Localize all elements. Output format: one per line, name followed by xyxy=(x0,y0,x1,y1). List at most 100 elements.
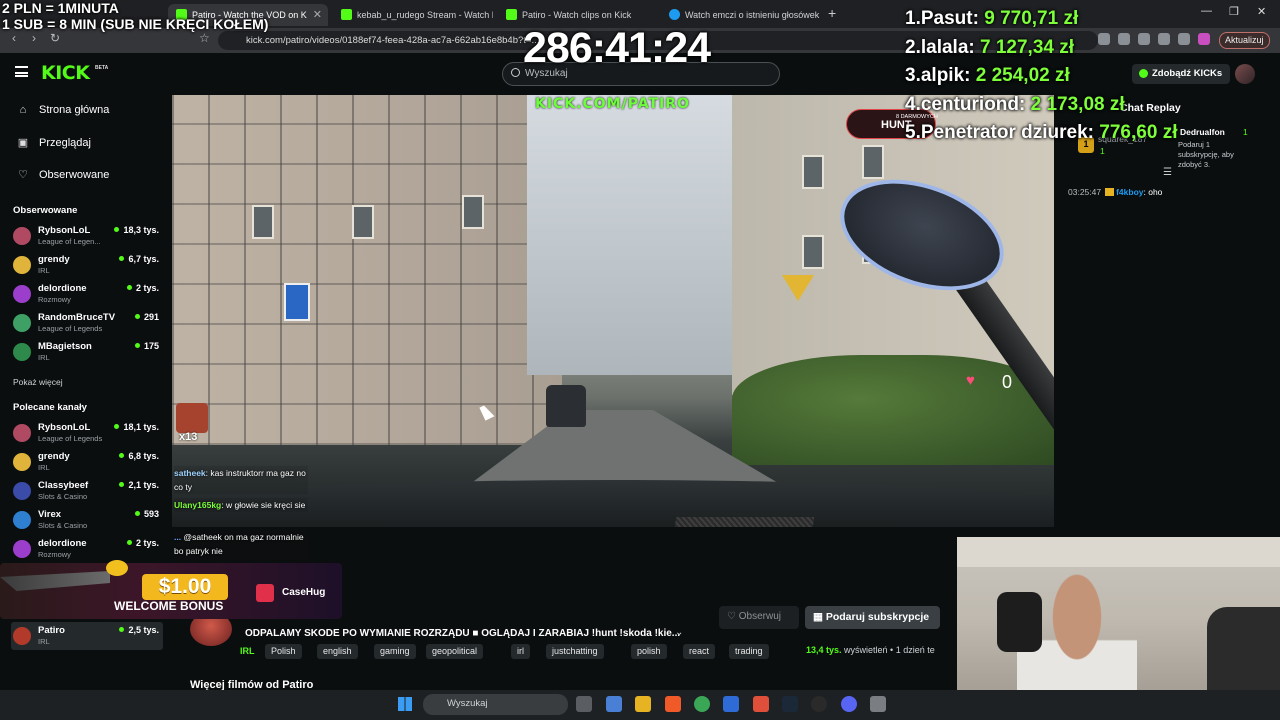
overlay-chat-user: Ulany165kg xyxy=(174,500,222,510)
gift-sub-label: Podaruj subskrypcje xyxy=(825,611,930,623)
close-window-icon[interactable]: ✕ xyxy=(1257,5,1266,18)
sidebar-channel-classybeef[interactable]: Classybeef Slots & Casino 2,1 tys. xyxy=(11,477,163,505)
maximize-icon[interactable]: ❐ xyxy=(1229,5,1239,18)
brave-window-icon[interactable] xyxy=(753,696,769,712)
channel-category: IRL xyxy=(38,266,50,275)
video-yield-sign xyxy=(782,275,814,301)
sidebar-channel-delordione[interactable]: delordione Rozmowy 2 tys. xyxy=(11,535,163,563)
tag-justchatting[interactable]: justchatting xyxy=(546,644,604,659)
new-tab-button[interactable]: + xyxy=(828,5,836,21)
tag-polish[interactable]: polish xyxy=(631,644,667,659)
sidebar-channel-randombrucetv[interactable]: RandomBruceTV League of Legends 291 xyxy=(11,309,163,337)
site-favicon-icon xyxy=(669,9,680,20)
store-icon[interactable] xyxy=(723,696,739,712)
category-link[interactable]: IRL xyxy=(240,644,255,656)
emote-icon xyxy=(176,403,208,433)
forward-icon[interactable]: › xyxy=(32,31,36,45)
close-tab-icon[interactable]: ✕ xyxy=(313,8,322,21)
ad-coin-graphic xyxy=(106,560,128,576)
extension-icon[interactable] xyxy=(1178,33,1190,45)
tag-irl[interactable]: irl xyxy=(511,644,530,659)
video-player[interactable]: KICK.COM/PATIRO HUNT 8 DARMOWYCH ♥ 0 x13 xyxy=(172,95,1054,527)
sidebar-channel-delordione[interactable]: delordione Rozmowy 2 tys. xyxy=(11,280,163,308)
channel-category: League of Legends xyxy=(38,434,103,443)
gift-sub-button[interactable]: ▦ Podaruj subskrypcje xyxy=(805,606,940,629)
channel-name: RandomBruceTV xyxy=(38,312,116,323)
kick-logo[interactable]: KICK xyxy=(41,62,90,84)
channel-category: League of Legends xyxy=(38,324,103,333)
extension-icon[interactable] xyxy=(1138,33,1150,45)
nav-home[interactable]: ⌂ Strona główna xyxy=(16,104,110,116)
sidebar-channel-rybsonlol[interactable]: RybsonLoL League of Legends 18,1 tys. xyxy=(11,419,163,447)
task-view-icon[interactable] xyxy=(576,696,592,712)
back-icon[interactable]: ‹ xyxy=(12,31,16,45)
file-explorer-icon[interactable] xyxy=(635,696,651,712)
video-speaker-grille xyxy=(667,517,815,527)
menu-icon[interactable] xyxy=(15,66,28,77)
update-browser-button[interactable]: Aktualizuj xyxy=(1219,32,1270,49)
recommended-section-title: Polecane kanały xyxy=(13,402,87,413)
channel-name: RybsonLoL xyxy=(38,225,91,236)
sidebar-channel-patiro[interactable]: Patiro IRL 2,5 tys. xyxy=(11,622,163,650)
sidebar-channel-grendy[interactable]: grendy IRL 6,7 tys. xyxy=(11,251,163,279)
extension-icon[interactable] xyxy=(1158,33,1170,45)
user-avatar[interactable] xyxy=(1235,64,1255,84)
sidebar-channel-virex[interactable]: Virex Slots & Casino 593 xyxy=(11,506,163,534)
followed-section-title: Obserwowane xyxy=(13,205,78,216)
sidebar-channel-mbagietson[interactable]: MBagietson IRL 175 xyxy=(11,338,163,366)
tag-react[interactable]: react xyxy=(683,644,716,659)
sidebar-channel-rybsonlol[interactable]: RybsonLoL League of Legen... 18,3 tys. xyxy=(11,222,163,250)
video-window xyxy=(802,155,824,189)
extension-icon[interactable] xyxy=(1098,33,1110,45)
follow-button[interactable]: ♡ Obserwuj xyxy=(719,606,799,629)
channel-category: Rozmowy xyxy=(38,550,71,559)
bookmark-icon[interactable]: ☆ xyxy=(199,31,210,45)
nav-following[interactable]: ♡ Obserwowane xyxy=(16,168,109,182)
minimize-icon[interactable]: — xyxy=(1201,5,1212,17)
leaderboard-name: Pasut: xyxy=(920,8,979,29)
video-window xyxy=(862,145,884,179)
show-more-link[interactable]: Pokaż więcej xyxy=(13,377,63,387)
channel-viewers: 6,7 tys. xyxy=(119,254,159,264)
kicks-coin-icon xyxy=(1139,69,1148,78)
leaderboard-name: lalala: xyxy=(920,36,975,58)
ad-amount: $1.00 xyxy=(142,574,228,600)
channel-category: IRL xyxy=(38,463,50,472)
tag-geopolitical[interactable]: geopolitical xyxy=(426,644,484,659)
app-icon[interactable] xyxy=(811,696,827,712)
top-gifter-name[interactable]: Dedrualfon xyxy=(1180,127,1225,137)
kick-favicon-icon xyxy=(341,9,352,20)
leaderboard-entry: 1.Pasut: 9 770,71 zł xyxy=(905,8,1078,30)
collapse-icon[interactable]: ☰ xyxy=(1163,167,1172,178)
chevron-down-icon[interactable]: ⌄ xyxy=(675,627,683,638)
brave-icon[interactable] xyxy=(665,696,681,712)
copilot-icon[interactable] xyxy=(606,696,622,712)
calculator-icon[interactable] xyxy=(870,696,886,712)
channel-viewers: 18,1 tys. xyxy=(114,422,159,432)
nav-browse[interactable]: ▣ Przeglądaj xyxy=(16,136,91,150)
discord-icon[interactable] xyxy=(841,696,857,712)
chat-username[interactable]: f4kboy xyxy=(1116,187,1143,197)
tab-kebab-stream[interactable]: kebab_u_rudego Stream - Watch Live xyxy=(333,4,493,26)
browse-icon: ▣ xyxy=(17,137,29,149)
extension-icon[interactable] xyxy=(1118,33,1130,45)
profile-icon[interactable] xyxy=(1198,33,1210,45)
chrome-icon[interactable] xyxy=(694,696,710,712)
channel-avatar xyxy=(13,424,31,442)
tab-patiro-clips[interactable]: Patiro - Watch clips on Kick xyxy=(498,4,658,26)
reload-icon[interactable]: ↻ xyxy=(50,31,60,45)
tag-english[interactable]: english xyxy=(317,644,358,659)
subathon-timer: 286:41:24 xyxy=(523,24,711,72)
channel-viewers: 2 tys. xyxy=(127,283,159,293)
steam-icon[interactable] xyxy=(782,696,798,712)
tag-polish[interactable]: Polish xyxy=(265,644,302,659)
taskbar-search-input[interactable]: Wyszukaj xyxy=(423,694,568,715)
channel-avatar xyxy=(13,285,31,303)
tag-trading[interactable]: trading xyxy=(729,644,769,659)
windows-start-icon[interactable] xyxy=(398,697,412,711)
sidebar-channel-grendy[interactable]: grendy IRL 6,8 tys. xyxy=(11,448,163,476)
tag-gaming[interactable]: gaming xyxy=(374,644,416,659)
channel-avatar xyxy=(13,540,31,558)
tab-emczi[interactable]: Watch emczi o istnieniu głosówek | S xyxy=(661,4,821,26)
channel-name: grendy xyxy=(38,451,70,462)
